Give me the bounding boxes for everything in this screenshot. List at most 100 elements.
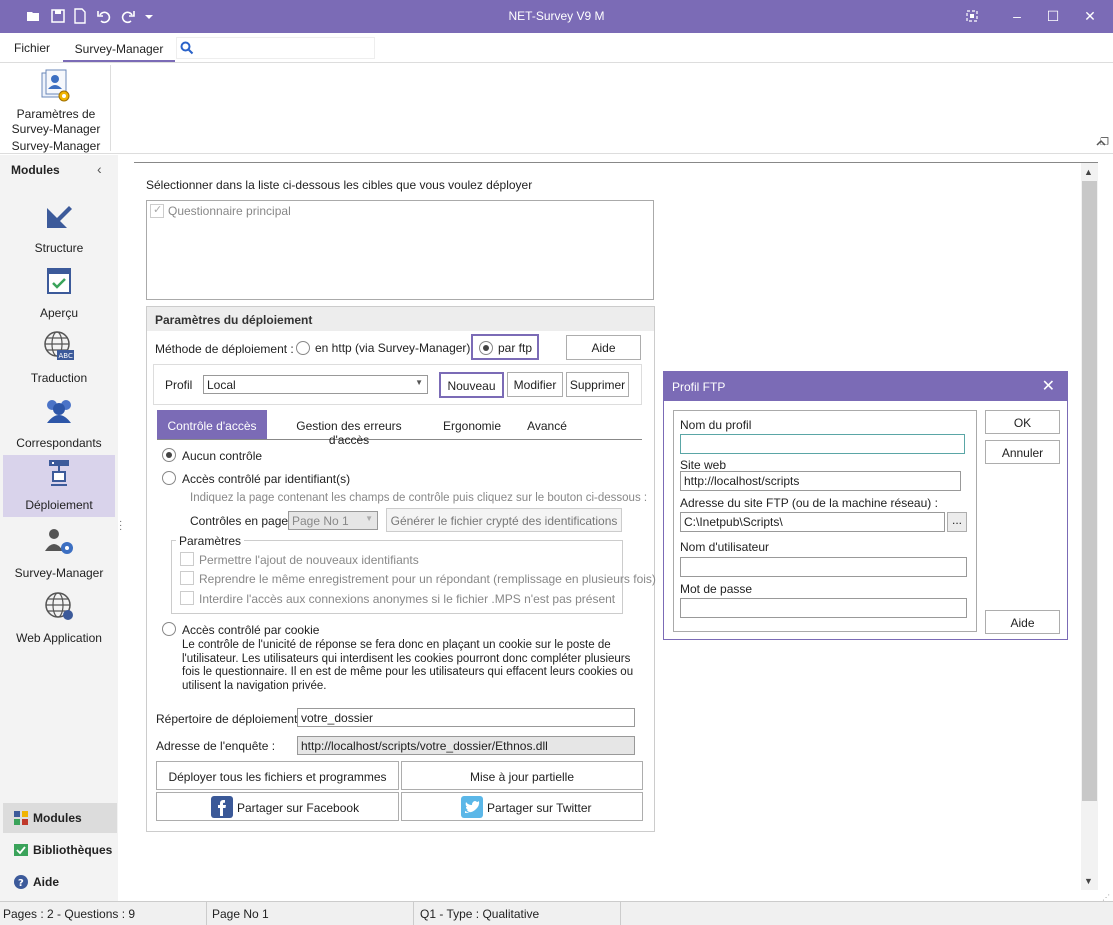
sidebar-item-survey-manager[interactable]: Survey-Manager — [3, 523, 115, 585]
sidebar-item-structure[interactable]: Structure — [3, 198, 115, 260]
ftp-address-input[interactable]: C:\Inetpub\Scripts\ — [680, 512, 945, 532]
cancel-button[interactable]: Annuler — [985, 440, 1060, 464]
deny-anonymous-label: Interdire l'accès aux connexions anonyme… — [199, 592, 616, 606]
sidebar-item-web-application[interactable]: Web Application — [3, 588, 115, 650]
controls-page-value: Page No 1 — [292, 514, 349, 528]
access-none-label[interactable]: Aucun contrôle — [182, 449, 262, 463]
minimize-button[interactable]: – — [1006, 6, 1028, 26]
profile-select[interactable]: Local ▼ — [203, 375, 428, 394]
access-none-radio[interactable] — [162, 448, 176, 462]
modules-sidebar: Modules ‹ Structure Aperçu ABC Traductio… — [0, 155, 118, 901]
password-label: Mot de passe — [680, 582, 753, 596]
tab-access-control[interactable]: Contrôle d'accès — [157, 410, 267, 439]
survey-manager-settings-icon[interactable] — [38, 69, 72, 103]
partial-update-button[interactable]: Mise à jour partielle — [401, 761, 643, 790]
bottom-nav-bibliotheques[interactable]: Bibliothèques — [3, 835, 117, 865]
maximize-button[interactable]: ☐ — [1042, 6, 1064, 26]
target-checkbox[interactable] — [150, 203, 164, 218]
tab-access-errors[interactable]: Gestion des erreurs d'accès — [276, 410, 422, 447]
deploy-help-button[interactable]: Aide — [566, 335, 641, 360]
collapse-sidebar-icon[interactable]: ‹ — [97, 161, 102, 177]
restore-panel-icon[interactable]: ❐ — [1100, 137, 1109, 148]
settings-label-line2: Survey-Manager — [11, 122, 101, 136]
controls-page-select[interactable]: Page No 1 ▼ — [288, 511, 378, 530]
survey-manager-settings-button[interactable]: Paramètres de Survey-Manager — [4, 107, 108, 137]
survey-url-label: Adresse de l'enquête : — [156, 739, 276, 753]
close-window-button[interactable]: ✕ — [1079, 6, 1101, 26]
website-input[interactable]: http://localhost/scripts — [680, 471, 961, 491]
ribbon-separator — [110, 65, 111, 151]
sidebar-splitter[interactable]: · · · — [119, 517, 123, 535]
tab-advanced[interactable]: Avancé — [521, 410, 573, 439]
profile-select-value: Local — [207, 378, 236, 392]
scroll-down-icon[interactable]: ▼ — [1084, 876, 1093, 886]
bottom-nav-modules[interactable]: Modules — [3, 803, 117, 833]
dialog-title: Profil FTP — [672, 380, 726, 394]
cookie-desc-line: utilisent la navigation privée. — [182, 679, 327, 692]
username-input[interactable] — [680, 557, 967, 577]
profile-name-input[interactable] — [680, 434, 965, 454]
sidebar-item-apercu[interactable]: Aperçu — [3, 263, 115, 325]
targets-list[interactable]: Questionnaire principal — [146, 200, 654, 300]
chevron-down-icon: ▼ — [415, 378, 423, 387]
search-icon — [180, 41, 194, 55]
targets-instruction: Sélectionner dans la liste ci-dessous le… — [146, 178, 533, 192]
status-bar: Pages : 2 - Questions : 9 Page No 1 Q1 -… — [0, 901, 1113, 925]
dialog-close-icon[interactable]: ✕ — [1042, 376, 1055, 396]
share-twitter-button[interactable]: Partager sur Twitter — [401, 792, 643, 821]
method-http-label[interactable]: en http (via Survey-Manager) — [315, 341, 470, 355]
modify-profile-button[interactable]: Modifier — [507, 372, 563, 397]
chevron-down-icon: ▼ — [365, 514, 373, 523]
sidebar-item-label: Structure — [34, 241, 84, 255]
sidebar-item-traduction[interactable]: ABC Traduction — [3, 328, 115, 390]
bottom-nav-label: Aide — [33, 875, 60, 889]
access-id-radio[interactable] — [162, 471, 176, 485]
password-input[interactable] — [680, 598, 967, 618]
resume-record-checkbox[interactable] — [180, 571, 194, 585]
libraries-icon — [14, 844, 28, 856]
dialog-help-button[interactable]: Aide — [985, 610, 1060, 634]
translation-globe-icon: ABC — [44, 331, 74, 360]
cookie-desc-line: l'utilisateur. Les utilisateurs qui inte… — [182, 652, 631, 665]
tab-ergonomics[interactable]: Ergonomie — [440, 410, 504, 439]
menu-bar: Fichier Survey-Manager — [0, 33, 1113, 62]
bottom-nav-aide[interactable]: ? Aide — [3, 867, 117, 897]
access-cookie-label[interactable]: Accès contrôlé par cookie — [182, 623, 319, 637]
method-label: Méthode de déploiement : — [155, 342, 294, 356]
svg-text:ABC: ABC — [59, 352, 73, 360]
profile-name-label: Nom du profil — [680, 418, 752, 432]
search-input[interactable] — [176, 37, 375, 59]
browse-button[interactable]: ... — [947, 512, 967, 532]
generate-encrypted-file-button[interactable]: Générer le fichier crypté des identifica… — [386, 508, 622, 532]
structure-icon — [47, 206, 72, 228]
new-profile-button[interactable]: Nouveau — [439, 372, 504, 398]
deploy-all-button[interactable]: Déployer tous les fichiers et programmes — [156, 761, 399, 790]
method-http-radio[interactable] — [296, 341, 310, 355]
deployment-params-title: Paramètres du déploiement — [155, 313, 313, 327]
fullscreen-icon[interactable] — [964, 8, 980, 24]
menu-survey-manager[interactable]: Survey-Manager — [63, 38, 175, 62]
access-id-label[interactable]: Accès contrôlé par identifiant(s) — [182, 472, 350, 486]
method-ftp-option[interactable]: par ftp — [471, 334, 539, 360]
scrollbar-thumb[interactable] — [1082, 181, 1097, 801]
sidebar-item-label: Correspondants — [16, 436, 102, 450]
status-question-type: Q1 - Type : Qualitative — [420, 907, 540, 921]
dialog-title-bar: Profil FTP ✕ — [664, 372, 1067, 401]
scroll-up-icon[interactable]: ▲ — [1084, 167, 1093, 177]
bottom-nav-label: Modules — [33, 811, 82, 825]
preview-icon — [47, 268, 71, 294]
sidebar-item-deploiement[interactable]: Déploiement — [3, 455, 115, 517]
allow-new-ids-checkbox[interactable] — [180, 552, 194, 566]
menu-file[interactable]: Fichier — [14, 41, 50, 55]
deny-anonymous-checkbox[interactable] — [180, 591, 194, 605]
sidebar-item-correspondants[interactable]: Correspondants — [3, 393, 115, 455]
share-facebook-button[interactable]: Partager sur Facebook — [156, 792, 399, 821]
ok-button[interactable]: OK — [985, 410, 1060, 434]
method-ftp-radio[interactable] — [479, 341, 493, 355]
delete-profile-button[interactable]: Supprimer — [566, 372, 629, 397]
access-cookie-radio[interactable] — [162, 622, 176, 636]
ftp-address-label: Adresse du site FTP (ou de la machine ré… — [680, 496, 938, 510]
deployment-params-header: Paramètres du déploiement — [147, 307, 654, 331]
deploy-dir-input[interactable]: votre_dossier — [297, 708, 635, 727]
title-bar: NET-Survey V9 M – ☐ ✕ — [0, 0, 1113, 33]
